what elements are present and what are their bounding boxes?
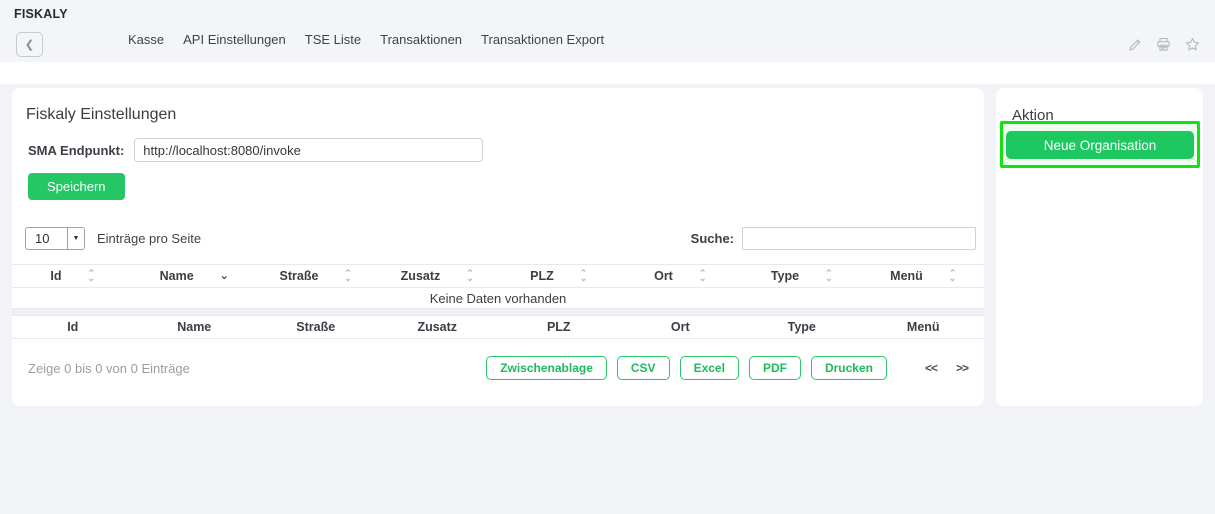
footer-column-menue: Menü [863, 320, 985, 334]
pencil-icon[interactable] [1127, 37, 1143, 53]
header-icon-group [1127, 36, 1201, 53]
footer-column-type: Type [741, 320, 863, 334]
footer-column-name: Name [134, 320, 256, 334]
settings-title: Fiskaly Einstellungen [26, 106, 984, 124]
table-bottom-row: Zeige 0 bis 0 von 0 Einträge Zwischenabl… [12, 356, 984, 380]
table-footer-row: Id Name Straße Zusatz PLZ Ort Type Menü [12, 315, 984, 339]
entries-info-text: Zeige 0 bis 0 von 0 Einträge [28, 361, 190, 376]
empty-table-message: Keine Daten vorhanden [12, 288, 984, 309]
column-header-strasse[interactable]: Straße ⌃⌄ [255, 269, 377, 283]
fiskaly-settings-card: Fiskaly Einstellungen SMA Endpunkt: Spei… [12, 88, 984, 406]
sort-icon: ⌃⌄ [466, 271, 474, 281]
sort-desc-icon: ⌄ [220, 271, 229, 281]
new-organisation-button[interactable]: Neue Organisation [1006, 131, 1194, 159]
table-controls-row: 10 ▼ Einträge pro Seite Suche: [16, 226, 980, 250]
pagination: << >> [925, 361, 968, 375]
pagination-prev-button[interactable]: << [925, 361, 937, 375]
sma-endpoint-input[interactable] [134, 138, 483, 162]
save-button[interactable]: Speichern [28, 173, 125, 200]
endpoint-row: SMA Endpunkt: [28, 138, 984, 162]
nav-item-api-einstellungen[interactable]: API Einstellungen [183, 32, 286, 47]
top-header: FISKALY ❮ Kasse API Einstellungen TSE Li… [0, 0, 1215, 62]
back-button[interactable]: ❮ [16, 32, 43, 57]
main-nav: Kasse API Einstellungen TSE Liste Transa… [128, 0, 604, 62]
page-size-value: 10 [26, 228, 67, 249]
chevron-down-icon: ▼ [67, 228, 84, 249]
export-excel-button[interactable]: Excel [680, 356, 739, 380]
star-icon[interactable] [1184, 36, 1201, 53]
nav-item-transaktionen[interactable]: Transaktionen [380, 32, 462, 47]
column-header-id[interactable]: Id ⌃⌄ [12, 269, 134, 283]
column-header-name[interactable]: Name ⌄ [134, 269, 256, 283]
page-size-select[interactable]: 10 ▼ [25, 227, 85, 250]
nav-item-transaktionen-export[interactable]: Transaktionen Export [481, 32, 604, 47]
footer-column-id: Id [12, 320, 134, 334]
column-header-plz[interactable]: PLZ ⌃⌄ [498, 269, 620, 283]
export-print-button[interactable]: Drucken [811, 356, 887, 380]
page-size-label: Einträge pro Seite [97, 231, 201, 246]
export-csv-button[interactable]: CSV [617, 356, 670, 380]
sort-icon: ⌃⌄ [699, 271, 707, 281]
table-header-row: Id ⌃⌄ Name ⌄ Straße ⌃⌄ Zusatz ⌃⌄ PLZ ⌃ [12, 264, 984, 288]
sort-icon: ⌃⌄ [949, 271, 957, 281]
footer-column-plz: PLZ [498, 320, 620, 334]
pagination-next-button[interactable]: >> [956, 361, 968, 375]
sort-icon: ⌃⌄ [825, 271, 833, 281]
column-header-menue[interactable]: Menü ⌃⌄ [863, 269, 985, 283]
search-label: Suche: [691, 231, 734, 246]
action-panel-card: Aktion Neue Organisation [996, 88, 1203, 406]
endpoint-label: SMA Endpunkt: [28, 143, 124, 158]
search-area: Suche: [691, 227, 976, 250]
search-input[interactable] [742, 227, 976, 250]
export-clipboard-button[interactable]: Zwischenablage [486, 356, 607, 380]
export-button-group: Zwischenablage CSV Excel PDF Drucken [486, 356, 887, 380]
sort-icon: ⌃⌄ [580, 271, 588, 281]
header-divider [0, 62, 1215, 84]
nav-item-tse-liste[interactable]: TSE Liste [305, 32, 361, 47]
sort-icon: ⌃⌄ [88, 271, 96, 281]
column-header-ort[interactable]: Ort ⌃⌄ [620, 269, 742, 283]
fiskaly-app-window: FISKALY ❮ Kasse API Einstellungen TSE Li… [0, 0, 1215, 514]
printer-icon[interactable] [1155, 36, 1172, 53]
footer-column-ort: Ort [620, 320, 742, 334]
column-header-type[interactable]: Type ⌃⌄ [741, 269, 863, 283]
export-pdf-button[interactable]: PDF [749, 356, 801, 380]
column-header-zusatz[interactable]: Zusatz ⌃⌄ [377, 269, 499, 283]
nav-item-kasse[interactable]: Kasse [128, 32, 164, 47]
chevron-left-icon: ❮ [25, 39, 34, 51]
app-title: FISKALY [14, 7, 68, 21]
organisations-table: Id ⌃⌄ Name ⌄ Straße ⌃⌄ Zusatz ⌃⌄ PLZ ⌃ [12, 264, 984, 339]
footer-column-zusatz: Zusatz [377, 320, 499, 334]
footer-column-strasse: Straße [255, 320, 377, 334]
sort-icon: ⌃⌄ [344, 271, 352, 281]
